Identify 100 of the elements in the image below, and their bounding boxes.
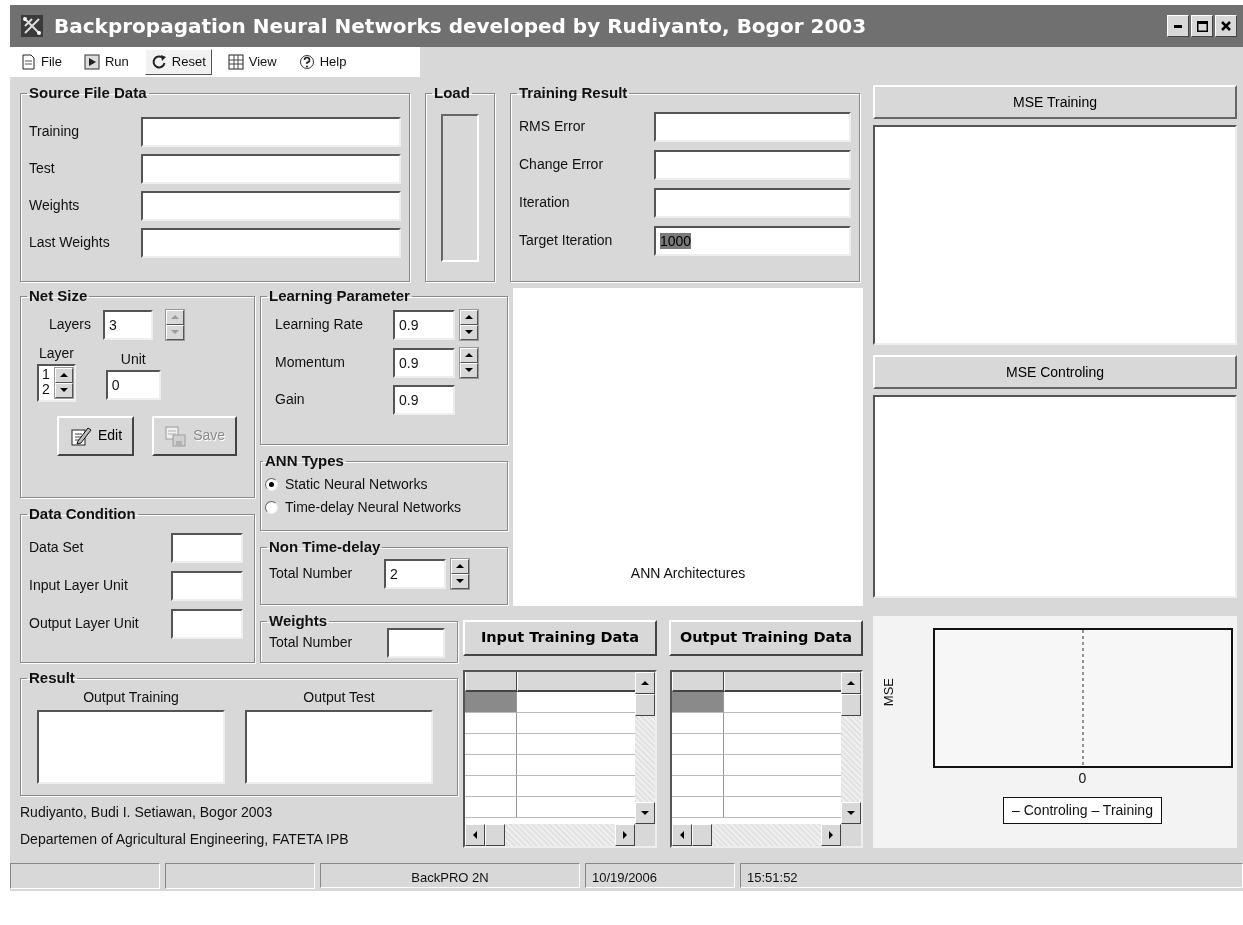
save-icon [164, 424, 188, 447]
row-header[interactable] [671, 713, 724, 734]
scroll-up-button[interactable] [634, 672, 655, 694]
input-field[interactable] [141, 116, 401, 147]
scroll-thumb[interactable] [634, 694, 655, 716]
group-title: Load [433, 85, 471, 102]
data-button[interactable]: Input Training Data [463, 620, 657, 656]
input-field[interactable] [654, 149, 851, 180]
radio-button[interactable] [265, 477, 278, 491]
input-field[interactable] [654, 111, 851, 142]
spin-up-button[interactable] [460, 347, 478, 363]
left-arrow-icon [472, 831, 478, 839]
action-button[interactable]: Edit [57, 415, 135, 456]
status-text: 10/19/2006 [585, 863, 735, 888]
input-field[interactable]: 0 [105, 369, 161, 400]
input-field[interactable]: 1000 [654, 225, 851, 256]
up-arrow-icon [847, 680, 855, 686]
scroll-down-button[interactable] [841, 802, 861, 824]
column-header[interactable] [671, 672, 724, 692]
column-header[interactable] [465, 672, 517, 692]
down-arrow-icon [465, 329, 473, 335]
scrollbar-corner [634, 824, 655, 846]
input-field[interactable] [387, 627, 445, 658]
list-item[interactable]: 2 [42, 381, 50, 398]
credit-text: Departemen of Agricultural Engineering, FATETA IPB [20, 830, 350, 849]
group-title: Training Result [518, 85, 629, 102]
scrollbar-corner [841, 824, 861, 846]
input-field[interactable]: 0.9 [393, 384, 455, 415]
scroll-right-button[interactable] [821, 824, 841, 846]
scroll-down-button[interactable] [634, 802, 655, 824]
field-label: Data Set [29, 538, 85, 558]
scroll-left-button[interactable] [671, 824, 692, 846]
scroll-up-button[interactable] [841, 672, 861, 694]
menu-item[interactable]: View [221, 49, 283, 75]
field-label: Layer [38, 343, 74, 363]
row-header[interactable] [671, 755, 724, 776]
spin-up-button[interactable] [451, 558, 469, 574]
status-text: BackPRO 2N [320, 863, 580, 888]
spin-up-button[interactable] [54, 367, 73, 383]
input-field[interactable] [141, 153, 401, 184]
input-field[interactable] [654, 187, 851, 218]
input-field[interactable]: 0.9 [393, 347, 455, 378]
field-label: Iteration [519, 193, 571, 212]
row-header[interactable] [671, 776, 724, 797]
output-label: Output Training [83, 687, 179, 707]
right-arrow-icon [621, 831, 628, 839]
close-button[interactable] [1215, 15, 1237, 37]
list-box[interactable]: 1 2 [37, 363, 76, 402]
field-label: Test [29, 159, 56, 178]
graph-button[interactable]: MSE Training [873, 85, 1237, 119]
up-arrow-icon [171, 314, 180, 320]
scroll-right-button[interactable] [614, 824, 635, 846]
up-arrow-icon [456, 563, 464, 569]
input-field[interactable] [171, 608, 243, 639]
list-item[interactable]: 1 [42, 366, 50, 382]
field-label: Weights [29, 196, 81, 215]
chart-legend: – Controling – Training [1003, 797, 1162, 824]
scroll-thumb[interactable] [841, 694, 861, 716]
maximize-button[interactable] [1191, 15, 1213, 37]
graph-button[interactable]: MSE Controling [873, 355, 1237, 389]
column-header[interactable] [517, 672, 635, 692]
scroll-thumb[interactable] [691, 824, 712, 846]
field-label: Target Iteration [519, 231, 614, 250]
down-arrow-icon [59, 387, 68, 393]
menu-item[interactable]: File [14, 49, 68, 75]
up-arrow-icon [465, 352, 473, 358]
axis-label: MSE [880, 678, 897, 707]
up-arrow-icon [640, 680, 649, 686]
input-field[interactable]: 0.9 [393, 309, 455, 340]
input-field[interactable]: 2 [384, 558, 446, 589]
input-field[interactable] [171, 532, 243, 563]
network-icon [20, 14, 44, 38]
menu-item[interactable]: Help [292, 49, 353, 75]
group-title: Non Time-delay [268, 539, 382, 556]
input-field[interactable] [171, 570, 243, 601]
row-header[interactable] [671, 797, 724, 818]
group-title: ANN Types [264, 453, 345, 470]
group-title: Result [28, 670, 76, 687]
group-title: Learning Parameter [268, 288, 411, 305]
down-arrow-icon [465, 367, 473, 373]
input-field[interactable] [141, 227, 401, 258]
scroll-left-button[interactable] [465, 824, 485, 846]
data-button[interactable]: Output Training Data [669, 620, 863, 656]
circular-arrow-icon [150, 54, 167, 70]
menu-item[interactable]: Run [77, 49, 135, 75]
window-title: Backpropagation Neural Networks developed by Rudiyanto, Bogor 2003 [54, 13, 868, 40]
radio-label: Static Neural Networks [285, 474, 428, 494]
scroll-thumb[interactable] [485, 824, 505, 846]
input-field[interactable] [141, 190, 401, 221]
row-header[interactable] [671, 734, 724, 755]
minimize-button[interactable] [1167, 15, 1189, 37]
field-label: Total Number [269, 564, 354, 583]
field-label: Total Number [269, 633, 354, 652]
field-label: Layers [49, 315, 92, 334]
spin-up-button[interactable] [460, 309, 478, 325]
down-arrow-icon [847, 810, 855, 816]
radio-button[interactable] [265, 500, 278, 514]
menu-item[interactable]: Reset [144, 49, 212, 75]
column-header[interactable] [723, 672, 841, 692]
document-icon [20, 54, 36, 70]
